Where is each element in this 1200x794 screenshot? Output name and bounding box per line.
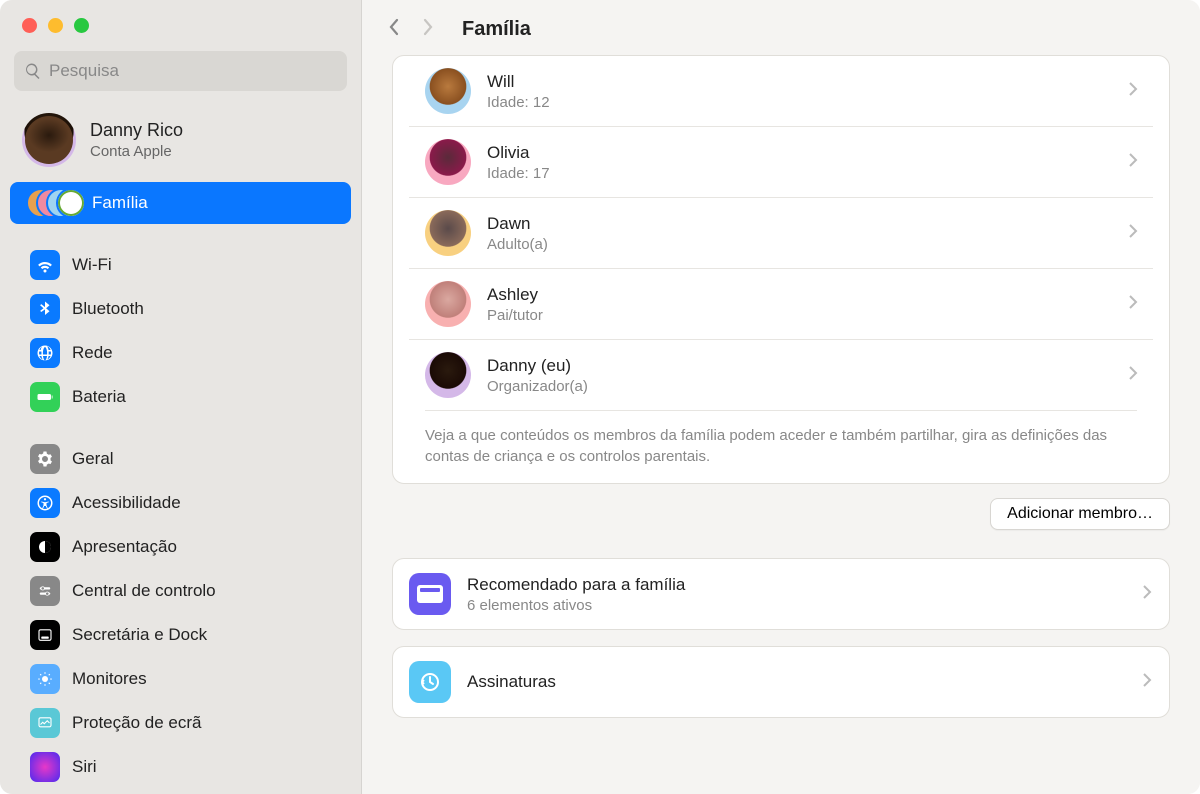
sidebar-item-general[interactable]: Geral (10, 438, 351, 480)
screensaver-icon (30, 708, 60, 738)
subscriptions-row[interactable]: Assinaturas (393, 647, 1169, 717)
sidebar-item-label: Bateria (72, 387, 126, 407)
sidebar-account[interactable]: Danny Rico Conta Apple (0, 105, 361, 175)
sidebar-item-label: Secretária e Dock (72, 625, 207, 645)
header: Família (362, 0, 1200, 55)
search-input[interactable] (49, 61, 337, 81)
sidebar-item-label: Geral (72, 449, 114, 469)
sidebar-item-label: Bluetooth (72, 299, 144, 319)
chevron-right-icon (1127, 364, 1139, 387)
member-name: Dawn (487, 214, 1127, 234)
accessibility-icon (30, 488, 60, 518)
sidebar-item-label: Monitores (72, 669, 147, 689)
family-icon (26, 188, 82, 218)
add-member-button[interactable]: Adicionar membro… (990, 498, 1170, 530)
sidebar: Danny Rico Conta Apple Família Wi-Fi Blu… (0, 0, 362, 794)
sidebar-item-label: Acessibilidade (72, 493, 181, 513)
member-name: Ashley (487, 285, 1127, 305)
page-title: Família (462, 18, 531, 41)
member-avatar (425, 210, 471, 256)
family-member-row[interactable]: Ashley Pai/tutor (409, 268, 1153, 339)
recommended-icon (409, 573, 451, 615)
gear-icon (30, 444, 60, 474)
member-sub: Adulto(a) (487, 236, 1127, 253)
siri-icon (30, 752, 60, 782)
recommended-sub: 6 elementos ativos (467, 597, 1141, 614)
recommended-title: Recomendado para a família (467, 575, 1141, 595)
control-center-icon (30, 576, 60, 606)
sidebar-item-displays[interactable]: Monitores (10, 658, 351, 700)
wifi-icon (30, 250, 60, 280)
account-name: Danny Rico (90, 120, 183, 141)
content-scroll[interactable]: Will Idade: 12 Olivia Idade: 17 (362, 55, 1200, 794)
system-settings-window: Danny Rico Conta Apple Família Wi-Fi Blu… (0, 0, 1200, 794)
search-icon (24, 62, 42, 80)
chevron-right-icon (1127, 151, 1139, 174)
minimize-icon[interactable] (48, 18, 63, 33)
sidebar-item-label: Central de controlo (72, 581, 216, 601)
sidebar-item-label: Wi-Fi (72, 255, 112, 275)
sidebar-item-appearance[interactable]: Apresentação (10, 526, 351, 568)
sidebar-item-control-center[interactable]: Central de controlo (10, 570, 351, 612)
family-member-row[interactable]: Will Idade: 12 (409, 56, 1153, 126)
account-sub: Conta Apple (90, 143, 183, 160)
member-name: Will (487, 72, 1127, 92)
sidebar-item-label: Apresentação (72, 537, 177, 557)
subscriptions-title: Assinaturas (467, 672, 1141, 692)
search-field[interactable] (14, 51, 347, 91)
close-icon[interactable] (22, 18, 37, 33)
sidebar-item-label: Proteção de ecrã (72, 713, 201, 733)
chevron-right-icon (1141, 671, 1153, 694)
displays-icon (30, 664, 60, 694)
sidebar-item-siri[interactable]: Siri (10, 746, 351, 788)
globe-icon (30, 338, 60, 368)
sidebar-item-family[interactable]: Família (10, 182, 351, 224)
member-sub: Idade: 17 (487, 165, 1127, 182)
member-sub: Idade: 12 (487, 94, 1127, 111)
chevron-right-icon (1127, 293, 1139, 316)
sidebar-item-label: Família (92, 193, 148, 213)
member-avatar (425, 68, 471, 114)
sidebar-item-label: Rede (72, 343, 113, 363)
family-members-card: Will Idade: 12 Olivia Idade: 17 (392, 55, 1170, 484)
user-avatar (22, 113, 76, 167)
maximize-icon[interactable] (74, 18, 89, 33)
sidebar-item-screensaver[interactable]: Proteção de ecrã (10, 702, 351, 744)
battery-icon (30, 382, 60, 412)
family-member-row[interactable]: Olivia Idade: 17 (409, 126, 1153, 197)
main-panel: Família Will Idade: 12 Olivia Ida (362, 0, 1200, 794)
sidebar-item-desktop-dock[interactable]: Secretária e Dock (10, 614, 351, 656)
member-avatar (425, 139, 471, 185)
member-name: Olivia (487, 143, 1127, 163)
sidebar-item-wifi[interactable]: Wi-Fi (10, 244, 351, 286)
subscriptions-icon (409, 661, 451, 703)
dock-icon (30, 620, 60, 650)
window-controls (0, 12, 361, 51)
forward-button (422, 18, 434, 41)
back-button[interactable] (388, 18, 400, 41)
recommended-row[interactable]: Recomendado para a família 6 elementos a… (393, 559, 1169, 629)
sidebar-item-battery[interactable]: Bateria (10, 376, 351, 418)
sidebar-item-bluetooth[interactable]: Bluetooth (10, 288, 351, 330)
member-sub: Organizador(a) (487, 378, 1127, 395)
chevron-right-icon (1127, 80, 1139, 103)
member-name: Danny (eu) (487, 356, 1127, 376)
sidebar-item-network[interactable]: Rede (10, 332, 351, 374)
chevron-right-icon (1141, 583, 1153, 606)
member-avatar (425, 352, 471, 398)
member-sub: Pai/tutor (487, 307, 1127, 324)
sidebar-item-accessibility[interactable]: Acessibilidade (10, 482, 351, 524)
bluetooth-icon (30, 294, 60, 324)
family-member-row[interactable]: Dawn Adulto(a) (409, 197, 1153, 268)
chevron-right-icon (1127, 222, 1139, 245)
subscriptions-card: Assinaturas (392, 646, 1170, 718)
family-member-row[interactable]: Danny (eu) Organizador(a) (409, 339, 1153, 410)
sidebar-item-label: Siri (72, 757, 97, 777)
member-avatar (425, 281, 471, 327)
members-footer-text: Veja a que conteúdos os membros da famíl… (425, 410, 1137, 483)
appearance-icon (30, 532, 60, 562)
recommended-card: Recomendado para a família 6 elementos a… (392, 558, 1170, 630)
